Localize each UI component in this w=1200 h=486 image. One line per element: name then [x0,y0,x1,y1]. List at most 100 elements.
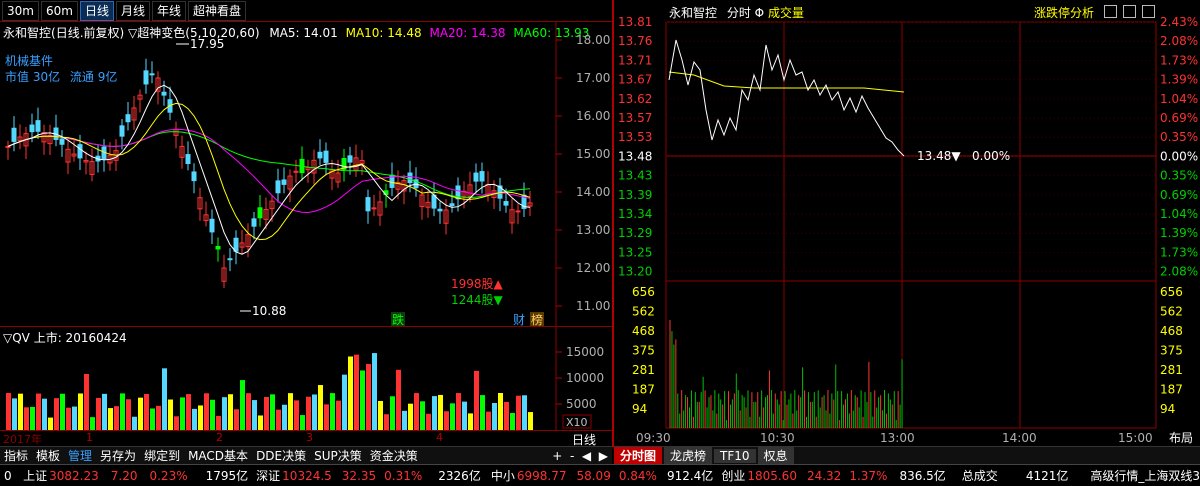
volume-bar [246,393,251,430]
volume-bar [120,393,125,430]
volume-bar [324,404,329,430]
period-yearly[interactable]: 年线 [151,1,186,21]
volume-bar [54,398,59,430]
volume-bar [426,413,431,430]
intraday-price-tick: 13.29 [618,226,652,240]
volume-bar [330,393,335,430]
volume-bar [36,393,41,430]
candle-body [59,138,65,145]
volume-bar [12,398,17,430]
tab-indicator[interactable]: 指标 [0,447,32,464]
intraday-vol-tick-right: 656 [1160,285,1183,299]
tab-save-as[interactable]: 另存为 [96,447,140,464]
intraday-chart[interactable]: 13.81 13.76 13.71 13.67 13.62 13.57 13.53 13.48… [614,0,1200,447]
candle-body [143,70,149,85]
volume-bar [444,411,449,430]
candle-body [11,127,17,142]
volume-bar [138,397,143,430]
volume-bar [228,394,233,430]
volume-bar [294,400,299,430]
candle-body [149,73,155,76]
period-daily[interactable]: 日线 [79,1,114,21]
intraday-vol-tick: 375 [632,344,655,358]
volume-bar [288,393,293,430]
intraday-vol-tick-right: 375 [1160,344,1183,358]
volume-bar [456,393,461,430]
candle-body [365,197,371,212]
feed-label[interactable]: 高级行情_上海双线3 [1090,467,1200,484]
badge-rank[interactable]: 榜 [531,312,543,326]
sz-name[interactable]: 深证 [256,467,280,484]
volume-bar [414,393,419,430]
super-view-button[interactable]: 超神看盘 [187,1,246,21]
candle-body [251,218,257,227]
tab-macd[interactable]: MACD基本 [184,447,252,464]
tab-template[interactable]: 模板 [32,447,64,464]
intraday-time-tick: 15:00 [1118,431,1153,445]
tab-capital[interactable]: 资金决策 [366,447,422,464]
tab-dde[interactable]: DDE决策 [252,447,310,464]
candle-body [191,171,197,182]
volume-bar [150,408,155,430]
intraday-price-tick: 13.76 [618,34,652,48]
candle-body [281,179,287,185]
volume-chart[interactable]: 15000 10000 5000 X10 [0,327,612,430]
volume-bar [492,403,497,430]
candle-body [233,237,239,252]
right-tab-bar: 分时图 龙虎榜 TF10 权息 [614,446,1200,464]
sh-name[interactable]: 上证 [23,467,47,484]
candle-body [209,218,215,233]
kline-chart[interactable]: 18.00 17.00 16.00 15.00 14.00 13.00 12.00 11.00… [0,22,612,326]
kline-ytick-label: 11.00 [576,299,610,313]
intraday-price-tick: 13.43 [618,169,652,183]
period-60m[interactable]: 60m [40,1,78,21]
volume-bar [336,400,341,430]
intraday-pct-tick: 1.73% [1160,53,1198,67]
intraday-pct-tick: 0.35% [1160,130,1198,144]
cy-name[interactable]: 创业 [721,467,745,484]
volume-bar [180,397,185,430]
period-toolbar: 30m 60m 日线 月线 年线 超神看盘 [2,1,246,21]
volume-bar [144,393,149,430]
volume-bar [270,394,275,430]
zx-change: 58.09 [576,468,611,483]
bottom-tab-bar: 指标 模板 管理 另存为 绑定到 MACD基本 DDE决策 SUP决策 资金决策… [0,446,612,464]
volume-bar [468,413,473,430]
tab-intraday[interactable]: 分时图 [614,447,663,464]
volume-bar [210,399,215,430]
tab-manage[interactable]: 管理 [64,447,96,464]
volume-bar [342,374,347,430]
volume-bar [198,405,203,430]
zoom-controls[interactable]: + - ◀ ▶ [548,449,612,463]
tab-dragon-tiger[interactable]: 龙虎榜 [664,447,713,464]
period-30m[interactable]: 30m [2,1,39,21]
volume-bar [132,416,137,430]
tab-bind-to[interactable]: 绑定到 [140,447,184,464]
intraday-frame [665,21,1157,429]
volume-bar [162,368,167,430]
intraday-time-tick: 13:00 [880,431,915,445]
badge-fin[interactable]: 财 [513,313,525,326]
volume-ytick-label: 10000 [566,371,604,385]
layout-button[interactable]: 布局 [1169,431,1193,445]
tab-rights[interactable]: 权息 [757,447,794,464]
last-price: 13.48▼ [917,149,961,163]
intraday-price-tick: 13.53 [618,130,652,144]
candle-body [119,125,125,137]
kline-ytick-label: 16.00 [576,109,610,123]
intraday-vol-tick: 187 [632,383,655,397]
volume-bar [102,393,107,430]
candle-body [185,154,191,165]
tab-sup[interactable]: SUP决策 [310,447,366,464]
period-monthly[interactable]: 月线 [115,1,150,21]
candle-body [515,210,521,213]
volume-bar [216,415,221,430]
candle-body [317,151,323,159]
tab-f10[interactable]: TF10 [714,448,756,463]
volume-bar [240,380,245,430]
candle-body [35,120,41,132]
volume-bar [276,409,281,430]
zx-name[interactable]: 中小 [491,467,515,484]
badge-down[interactable]: 跌 [392,312,404,326]
volume-bar [42,398,47,430]
